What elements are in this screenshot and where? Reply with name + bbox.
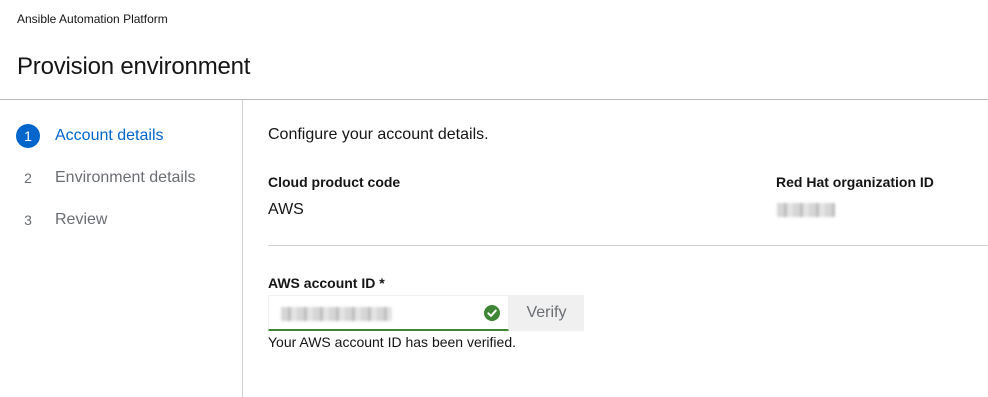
cloud-product-code-label: Cloud product code bbox=[268, 174, 401, 190]
aws-account-id-value-redacted bbox=[281, 307, 392, 321]
aws-account-id-group: Verify bbox=[268, 295, 584, 331]
aws-account-id-field[interactable] bbox=[268, 295, 509, 331]
wizard-step-environment-details[interactable]: 2 Environment details bbox=[16, 166, 196, 190]
content-divider bbox=[268, 245, 988, 246]
verify-button[interactable]: Verify bbox=[509, 295, 584, 331]
step-label: Review bbox=[55, 211, 108, 228]
org-id-value-redacted bbox=[777, 203, 835, 217]
step-number: 3 bbox=[24, 212, 32, 228]
section-title: Configure your account details. bbox=[268, 126, 489, 143]
aws-account-id-label: AWS account ID * bbox=[268, 275, 385, 291]
cloud-product-code-value: AWS bbox=[268, 201, 304, 218]
verification-helper-text: Your AWS account ID has been verified. bbox=[268, 334, 516, 350]
wizard-nav: 1 Account details 2 Environment details … bbox=[0, 100, 243, 397]
page-title: Provision environment bbox=[17, 53, 251, 80]
wizard-step-account-details[interactable]: 1 Account details bbox=[16, 124, 164, 148]
step-number: 1 bbox=[16, 124, 40, 148]
wizard-step-review[interactable]: 3 Review bbox=[16, 208, 107, 232]
app-root: Ansible Automation Platform Provision en… bbox=[0, 0, 988, 397]
step-label: Environment details bbox=[55, 169, 196, 186]
app-name: Ansible Automation Platform bbox=[17, 12, 168, 26]
step-label: Account details bbox=[55, 127, 164, 144]
step-number: 2 bbox=[24, 170, 32, 186]
org-id-label: Red Hat organization ID bbox=[776, 174, 934, 190]
check-circle-icon bbox=[484, 305, 500, 321]
